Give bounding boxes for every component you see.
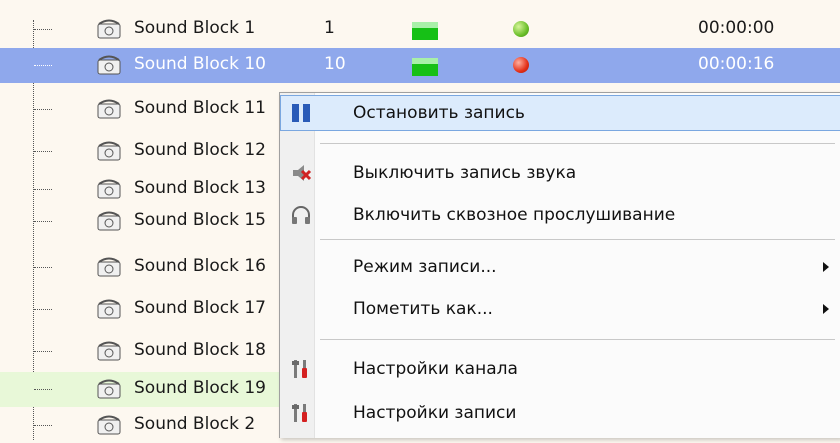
menu-item-label: Настройки канала xyxy=(353,359,518,379)
menu-item-label: Настройки записи xyxy=(353,403,517,423)
menu-item-recording-mode[interactable]: Режим записи... xyxy=(280,249,840,285)
level-meter xyxy=(412,58,438,76)
table-row[interactable]: Sound Block 1 1 00:00:00 xyxy=(0,12,840,47)
row-name: Sound Block 12 xyxy=(134,140,266,160)
table-row-selected[interactable]: Sound Block 10 10 00:00:16 xyxy=(0,48,840,83)
telephone-icon xyxy=(97,415,121,435)
menu-item-label: Остановить запись xyxy=(353,103,525,123)
telephone-icon xyxy=(97,141,121,161)
menu-item-enable-monitoring[interactable]: Включить сквозное прослушивание xyxy=(280,197,840,233)
menu-separator xyxy=(320,239,835,240)
row-name: Sound Block 11 xyxy=(134,98,266,118)
menu-item-label: Выключить запись звука xyxy=(353,163,577,183)
row-name: Sound Block 16 xyxy=(134,256,266,276)
row-number: 10 xyxy=(324,54,346,74)
status-green-icon xyxy=(513,21,529,37)
menu-item-recording-settings[interactable]: Настройки записи xyxy=(280,395,840,431)
telephone-icon xyxy=(97,19,121,39)
row-name: Sound Block 2 xyxy=(134,414,256,434)
tree-branch xyxy=(34,189,52,190)
menu-item-stop-recording[interactable]: Остановить запись xyxy=(280,95,840,131)
menu-separator xyxy=(320,143,835,144)
telephone-icon xyxy=(97,257,121,277)
tree-branch xyxy=(34,29,52,30)
row-time: 00:00:16 xyxy=(698,54,775,74)
context-menu: Остановить запись Выключить запись звука… xyxy=(279,92,840,438)
telephone-icon xyxy=(97,179,121,199)
settings-tools-icon xyxy=(292,404,307,422)
submenu-arrow-icon xyxy=(823,262,829,272)
menu-item-label: Включить сквозное прослушивание xyxy=(353,205,676,225)
menu-item-label: Пометить как... xyxy=(353,299,493,319)
mute-icon xyxy=(293,165,312,181)
telephone-icon xyxy=(97,379,121,399)
menu-item-channel-settings[interactable]: Настройки канала xyxy=(280,351,840,387)
tree-branch xyxy=(34,389,52,390)
menu-separator xyxy=(320,339,835,340)
pause-icon xyxy=(292,104,310,122)
tree-branch xyxy=(34,425,52,426)
menu-item-mark-as[interactable]: Пометить как... xyxy=(280,291,840,327)
telephone-icon xyxy=(97,211,121,231)
row-name: Sound Block 17 xyxy=(134,298,266,318)
level-meter xyxy=(412,22,438,40)
tree-branch xyxy=(34,267,52,268)
tree-branch xyxy=(34,221,52,222)
tree-branch xyxy=(34,309,52,310)
submenu-arrow-icon xyxy=(823,304,829,314)
telephone-icon xyxy=(97,99,121,119)
row-time: 00:00:00 xyxy=(698,18,775,38)
row-number: 1 xyxy=(324,18,335,38)
status-red-icon xyxy=(513,57,529,73)
settings-tools-icon xyxy=(292,360,307,378)
row-name: Sound Block 18 xyxy=(134,340,266,360)
tree-branch xyxy=(34,109,52,110)
row-name: Sound Block 1 xyxy=(134,18,256,38)
tree-branch xyxy=(34,65,52,66)
menu-item-label: Режим записи... xyxy=(353,257,497,277)
row-name: Sound Block 15 xyxy=(134,210,266,230)
tree-branch xyxy=(34,351,52,352)
menu-item-mute-sound[interactable]: Выключить запись звука xyxy=(280,155,840,191)
headphones-icon xyxy=(292,206,310,224)
row-name: Sound Block 10 xyxy=(134,54,266,74)
tree-branch xyxy=(34,151,52,152)
telephone-icon xyxy=(97,55,121,75)
row-name: Sound Block 19 xyxy=(134,378,266,398)
row-name: Sound Block 13 xyxy=(134,178,266,198)
telephone-icon xyxy=(97,299,121,319)
telephone-icon xyxy=(97,341,121,361)
